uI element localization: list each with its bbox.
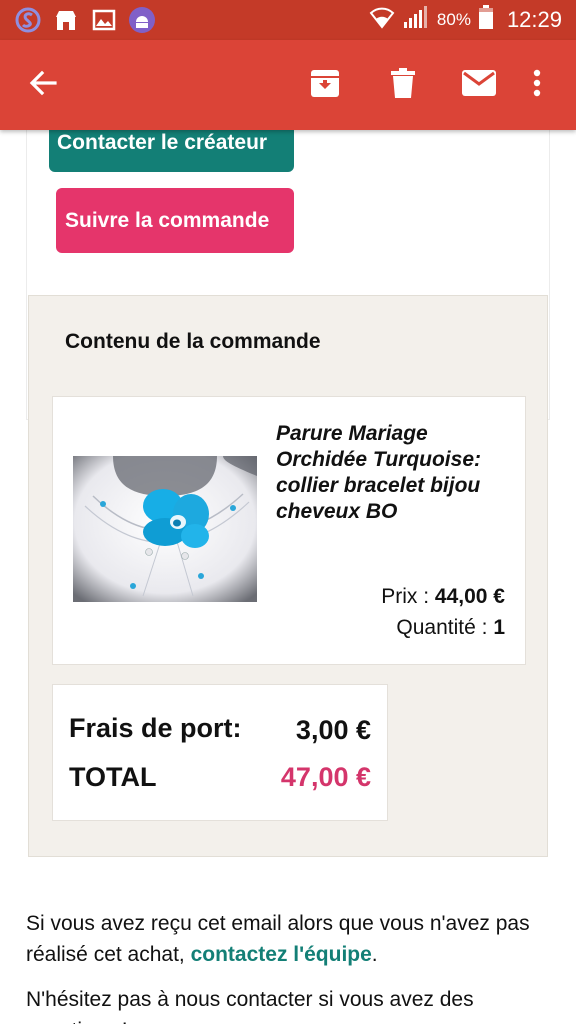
total-label: TOTAL [69, 762, 157, 792]
back-arrow-icon [28, 68, 58, 103]
total-value: 47,00 € [280, 762, 371, 792]
quantity-label: Quantité : [396, 616, 494, 639]
status-bar: 80% 12:29 [0, 0, 576, 40]
product-price: Prix : 44,00 € [381, 585, 505, 609]
footer-text: Si vous avez reçu cet email alors que vo… [26, 908, 556, 1024]
signal-icon [403, 6, 429, 34]
shipping-label: Frais de port: [69, 713, 242, 743]
order-title: Contenu de la commande [65, 330, 321, 353]
delete-button[interactable] [380, 62, 426, 108]
product-card: Parure Mariage Orchidée Turquoise: colli… [52, 396, 526, 665]
app-bar [0, 40, 576, 130]
image-icon [90, 6, 118, 34]
battery-icon [478, 5, 493, 35]
more-options-button[interactable] [514, 62, 560, 108]
delete-icon [390, 67, 416, 104]
order-contents-section: Contenu de la commande Parure Mariage Or… [28, 295, 548, 857]
contact-team-link[interactable]: contactez l'équipe [191, 943, 372, 966]
quantity-value: 1 [493, 616, 505, 639]
back-button[interactable] [20, 62, 66, 108]
notification-icons [14, 4, 156, 36]
product-name[interactable]: Parure Mariage Orchidée Turquoise: colli… [276, 421, 506, 525]
system-status: 80% 12:29 [369, 4, 562, 36]
app-s-icon [14, 6, 42, 34]
shipping-value: 3,00 € [295, 715, 371, 745]
footer-paragraph-2: N'hésitez pas à nous contacter si vous a… [26, 988, 474, 1024]
product-quantity: Quantité : 1 [396, 616, 505, 640]
mark-unread-button[interactable] [456, 62, 502, 108]
email-body: Contacter le créateur Suivre la commande… [0, 130, 576, 1024]
android-icon [128, 6, 156, 34]
wifi-icon [369, 5, 395, 35]
follow-order-button[interactable]: Suivre la commande [56, 188, 294, 253]
mark-unread-icon [461, 69, 497, 102]
totals-card: Frais de port: 3,00 € TOTAL 47,00 € [52, 684, 388, 821]
contact-creator-button[interactable]: Contacter le créateur [49, 130, 294, 172]
price-label: Prix : [381, 585, 435, 608]
footer-paragraph-1: Si vous avez reçu cet email alors que vo… [26, 908, 556, 970]
archive-icon [309, 67, 341, 104]
battery-percent: 80% [436, 10, 471, 29]
footer-period: . [371, 943, 378, 966]
clock: 12:29 [506, 7, 562, 32]
price-value: 44,00 € [434, 585, 505, 608]
store-icon [52, 6, 80, 34]
product-image[interactable] [73, 456, 257, 602]
more-vert-icon [533, 69, 541, 102]
archive-button[interactable] [302, 62, 348, 108]
